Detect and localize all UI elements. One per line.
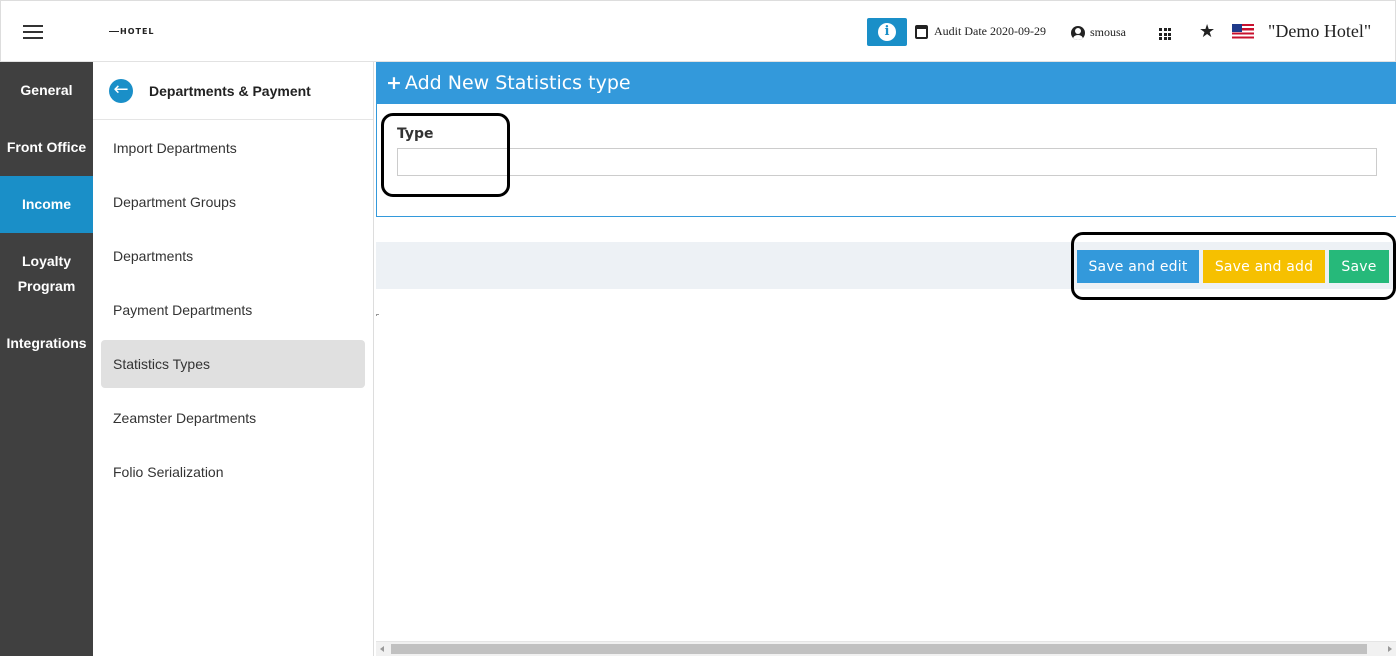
- horizontal-scrollbar[interactable]: [376, 641, 1396, 656]
- username: smousa: [1090, 25, 1126, 39]
- scrollbar-thumb[interactable]: [391, 644, 1367, 654]
- calendar-icon: [915, 24, 928, 39]
- scroll-left-icon[interactable]: [380, 646, 384, 652]
- hotel-logo: HOTEL: [109, 27, 155, 36]
- submenu-item-departments[interactable]: Departments: [101, 232, 365, 280]
- nav-item-integrations[interactable]: Integrations: [0, 315, 93, 372]
- star-icon[interactable]: ★: [1199, 21, 1215, 42]
- resize-mark: [376, 314, 379, 316]
- hamburger-menu-icon[interactable]: [23, 25, 43, 39]
- back-arrow-icon[interactable]: ←: [109, 78, 133, 103]
- submenu-item-import-departments[interactable]: Import Departments: [101, 124, 365, 172]
- apps-grid-icon[interactable]: [1159, 28, 1171, 40]
- audit-date: Audit Date 2020-09-29: [915, 24, 1046, 39]
- scroll-right-icon[interactable]: [1388, 646, 1392, 652]
- nav-item-general[interactable]: General: [0, 62, 93, 119]
- left-nav: General Front Office Income Loyalty Prog…: [0, 62, 93, 656]
- audit-date-text: Audit Date 2020-09-29: [934, 24, 1046, 38]
- user-icon: [1071, 25, 1085, 40]
- submenu: ← Departments & Payment Import Departmen…: [93, 62, 374, 656]
- submenu-item-folio-serialization[interactable]: Folio Serialization: [101, 448, 365, 496]
- save-button[interactable]: Save: [1329, 250, 1389, 283]
- plus-icon: +: [386, 72, 402, 94]
- info-icon: i: [878, 23, 896, 41]
- hotel-name[interactable]: "Demo Hotel": [1268, 21, 1371, 42]
- type-input[interactable]: [397, 148, 1377, 176]
- panel-body: Type: [376, 104, 1396, 217]
- panel-header: + Add New Statistics type: [376, 62, 1396, 104]
- user-menu[interactable]: smousa: [1071, 25, 1126, 40]
- type-label: Type: [397, 126, 434, 142]
- save-and-add-button[interactable]: Save and add: [1203, 250, 1325, 283]
- submenu-item-payment-departments[interactable]: Payment Departments: [101, 286, 365, 334]
- nav-item-loyalty-program[interactable]: Loyalty Program: [0, 233, 93, 315]
- submenu-title: Departments & Payment: [149, 82, 311, 99]
- submenu-item-statistics-types[interactable]: Statistics Types: [101, 340, 365, 388]
- top-bar: HOTEL i Audit Date 2020-09-29 smousa ★ "…: [0, 0, 1396, 62]
- submenu-header: ← Departments & Payment: [93, 62, 373, 120]
- panel-title: Add New Statistics type: [404, 72, 631, 94]
- submenu-item-department-groups[interactable]: Department Groups: [101, 178, 365, 226]
- info-button[interactable]: i: [867, 18, 907, 46]
- us-flag-icon[interactable]: [1232, 24, 1254, 39]
- submenu-item-zeamster-departments[interactable]: Zeamster Departments: [101, 394, 365, 442]
- nav-item-income[interactable]: Income: [0, 176, 93, 233]
- save-and-edit-button[interactable]: Save and edit: [1077, 250, 1199, 283]
- nav-item-front-office[interactable]: Front Office: [0, 119, 93, 176]
